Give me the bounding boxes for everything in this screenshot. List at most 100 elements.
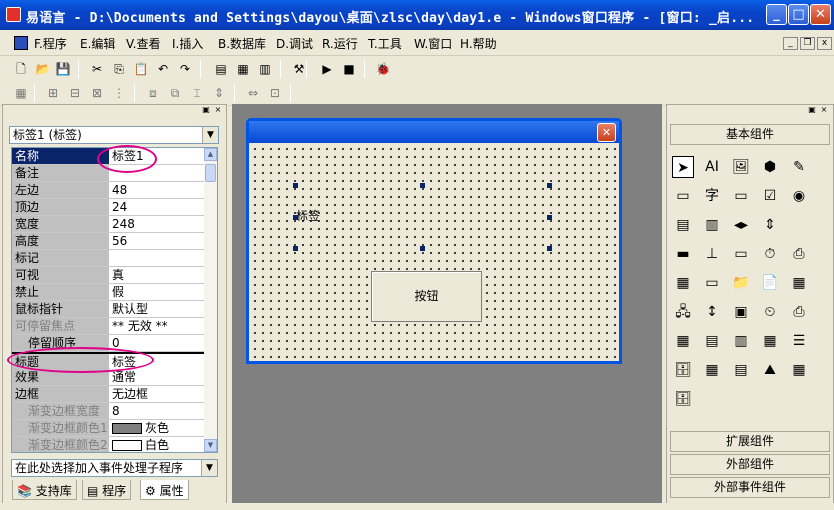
scroll-up-icon[interactable]: ▲: [204, 148, 217, 161]
chevron-down-icon[interactable]: ▼: [201, 460, 217, 476]
resize-handle[interactable]: [293, 215, 298, 220]
tab-program[interactable]: ▤ 程序: [82, 480, 132, 500]
center-icon[interactable]: ⧉: [166, 84, 184, 102]
image-list-icon[interactable]: ▭: [701, 272, 723, 294]
property-row[interactable]: 顶边 24: [12, 199, 204, 216]
mdi-minimize-button[interactable]: _: [783, 37, 798, 50]
menu-run[interactable]: R.运行: [322, 35, 358, 52]
same-size-icon[interactable]: ⧈: [144, 84, 162, 102]
menu-window[interactable]: W.窗口: [414, 35, 452, 52]
clock-icon[interactable]: ↕: [701, 301, 723, 323]
resize-handle[interactable]: [547, 246, 552, 251]
resize-handle[interactable]: [293, 183, 298, 188]
window-layout-2-icon[interactable]: ▦: [234, 60, 252, 78]
label-control[interactable]: 标签: [293, 183, 552, 251]
dock-pin-icon[interactable]: ▣: [807, 105, 817, 115]
basic-components-header[interactable]: 基本组件: [670, 124, 830, 145]
window-layout-3-icon[interactable]: ▥: [256, 60, 274, 78]
property-value[interactable]: 48: [110, 182, 204, 198]
external-event-components-header[interactable]: 外部事件组件: [670, 477, 830, 498]
property-row[interactable]: 渐变边框颜色2 白色: [12, 437, 204, 452]
mdi-restore-button[interactable]: ❐: [800, 37, 815, 50]
property-value[interactable]: 248: [110, 216, 204, 232]
timer-icon[interactable]: ⏱: [759, 243, 781, 265]
stop-icon[interactable]: ■: [340, 60, 358, 78]
tab-properties[interactable]: ⚙ 属性: [140, 480, 189, 500]
menu-insert[interactable]: I.插入: [172, 35, 203, 52]
property-row[interactable]: 渐变边框宽度 8: [12, 403, 204, 420]
menu-debug[interactable]: D.调试: [276, 35, 313, 52]
label-icon[interactable]: AI: [701, 156, 723, 178]
odbc3-icon[interactable]: 🗄: [672, 388, 694, 410]
window-layout-1-icon[interactable]: ▤: [212, 60, 230, 78]
property-row[interactable]: 可停留焦点 ** 无效 **: [12, 318, 204, 335]
dock-pin-icon[interactable]: ▣: [201, 105, 211, 115]
property-value[interactable]: ** 无效 **: [110, 318, 204, 334]
undo-icon[interactable]: ↶: [154, 60, 172, 78]
property-row[interactable]: 边框 无边框: [12, 386, 204, 403]
color-picker-icon[interactable]: ▦: [788, 272, 810, 294]
property-value[interactable]: 默认型: [110, 301, 204, 317]
resize-handle[interactable]: [547, 183, 552, 188]
drawing-board-icon[interactable]: ✎: [788, 156, 810, 178]
close-button[interactable]: ✕: [810, 4, 831, 25]
save-icon[interactable]: 💾: [54, 60, 72, 78]
menu-file[interactable]: F.程序: [34, 35, 67, 52]
maximize-button[interactable]: □: [788, 4, 809, 25]
odbc-icon[interactable]: ☰: [788, 330, 810, 352]
minimize-button[interactable]: _: [766, 4, 787, 25]
align-left-icon[interactable]: ⊞: [44, 84, 62, 102]
paste-icon[interactable]: 📋: [132, 60, 150, 78]
stopwatch-icon[interactable]: ▣: [730, 301, 752, 323]
form-title-bar[interactable]: ✕: [249, 121, 619, 143]
resize-handle[interactable]: [420, 183, 425, 188]
network-icon[interactable]: 🖧: [672, 301, 694, 323]
property-value[interactable]: 灰色: [110, 420, 204, 436]
picture-icon[interactable]: 🖼: [730, 156, 752, 178]
property-value[interactable]: 8: [110, 403, 204, 419]
form-window[interactable]: ✕ 标签 按钮: [246, 118, 622, 364]
listbox-icon[interactable]: ▤: [672, 214, 694, 236]
resize-handle[interactable]: [547, 215, 552, 220]
resize-handle[interactable]: [420, 246, 425, 251]
button-icon[interactable]: ▭: [730, 185, 752, 207]
property-row[interactable]: 左边 48: [12, 182, 204, 199]
height-icon[interactable]: ⇕: [210, 84, 228, 102]
copy-icon[interactable]: ⎘: [110, 60, 128, 78]
object-selector[interactable]: 标签1 (标签) ▼: [9, 126, 219, 144]
hscroll-icon[interactable]: ◂▸: [730, 214, 752, 236]
mountain-icon[interactable]: ⛰: [759, 359, 781, 381]
vscroll-icon[interactable]: ⇕: [759, 214, 781, 236]
grid-icon[interactable]: ▦: [12, 84, 30, 102]
printer-icon[interactable]: ⎙: [788, 243, 810, 265]
form-body[interactable]: 标签 按钮: [249, 143, 619, 361]
dock-close-icon[interactable]: ×: [819, 105, 829, 115]
property-scrollbar[interactable]: ▲ ▼: [204, 148, 217, 452]
mdi-close-button[interactable]: x: [817, 37, 832, 50]
progress-icon[interactable]: ▬: [672, 243, 694, 265]
menu-edit[interactable]: E.编辑: [80, 35, 115, 52]
width-icon[interactable]: ⇔: [244, 84, 262, 102]
cut-icon[interactable]: ✂: [88, 60, 106, 78]
spacing-icon[interactable]: ⌶: [188, 84, 206, 102]
phone-icon[interactable]: ⏲: [759, 301, 781, 323]
ruler-icon[interactable]: ▦: [672, 272, 694, 294]
redo-icon[interactable]: ↷: [176, 60, 194, 78]
button-control[interactable]: 按钮: [371, 271, 482, 322]
property-value[interactable]: 通常: [110, 369, 204, 385]
property-row[interactable]: 禁止假: [12, 284, 204, 301]
chevron-down-icon[interactable]: ▼: [202, 127, 218, 143]
property-row[interactable]: 可视真: [12, 267, 204, 284]
file-icon[interactable]: 📁: [730, 272, 752, 294]
db-list-icon[interactable]: ▦: [701, 359, 723, 381]
menu-view[interactable]: V.查看: [126, 35, 160, 52]
event-selector[interactable]: 在此处选择加入事件处理子程序 ▼: [11, 459, 218, 477]
property-value[interactable]: 白色: [110, 437, 204, 452]
dataset-icon[interactable]: ▦: [672, 330, 694, 352]
odbc2-icon[interactable]: ▦: [788, 359, 810, 381]
property-value[interactable]: 假: [110, 284, 204, 300]
property-row[interactable]: 渐变边框颜色1 灰色: [12, 420, 204, 437]
text-icon[interactable]: 字: [701, 185, 723, 207]
groupbox-icon[interactable]: ▭: [672, 185, 694, 207]
debug-icon[interactable]: 🐞: [374, 60, 392, 78]
